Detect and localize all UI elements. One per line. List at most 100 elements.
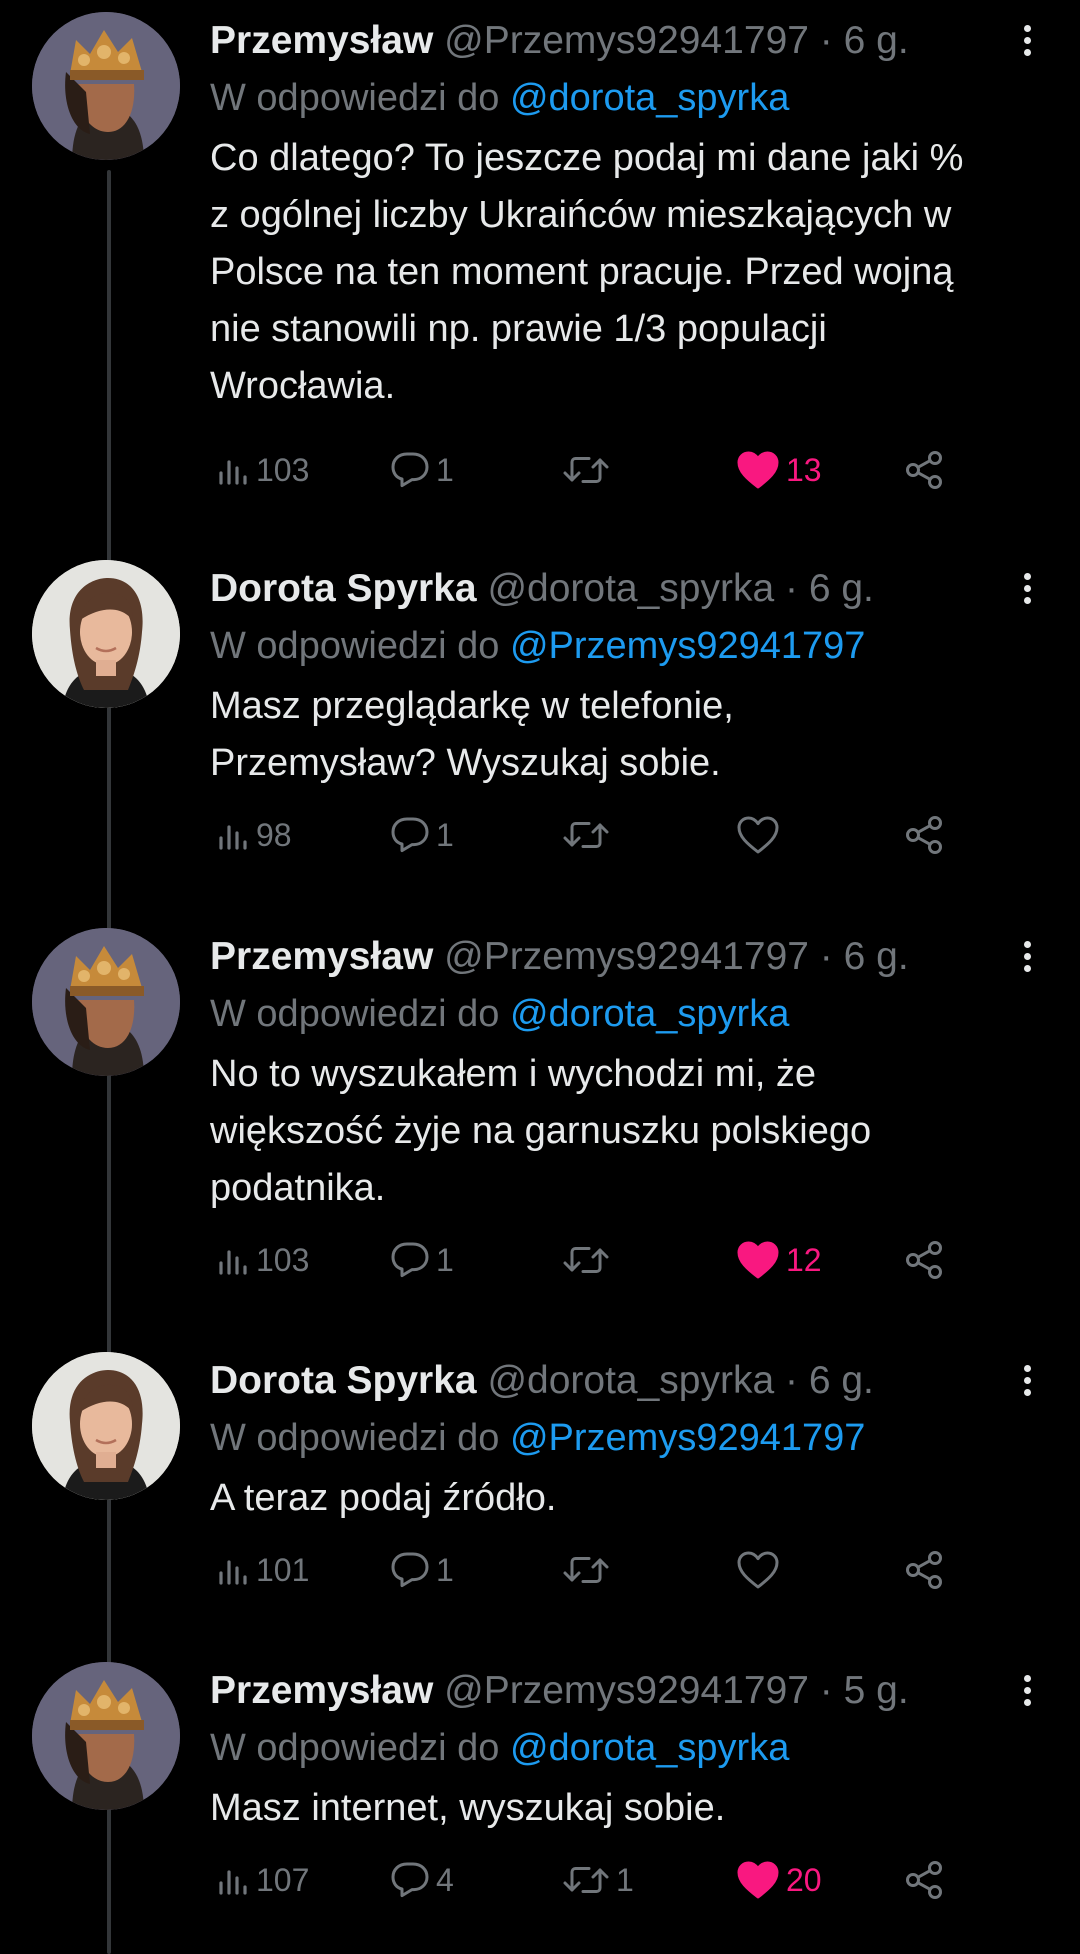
reply-context: W odpowiedzi do @dorota_spyrka	[210, 986, 1050, 1042]
author-name[interactable]: Przemysław	[210, 1669, 433, 1712]
author-name[interactable]: Dorota Spyrka	[210, 1359, 477, 1402]
author-name[interactable]: Przemysław	[210, 935, 433, 978]
tweet-time[interactable]: 6 g.	[844, 19, 909, 62]
tweet-text: No to wyszukałem i wychodzi mi, że więks…	[210, 1053, 872, 1209]
reply-prefix: W odpowiedzi do	[210, 625, 500, 667]
like-button[interactable]	[736, 805, 786, 865]
share-button[interactable]	[904, 440, 946, 500]
action-bar: 107 4 1 20	[210, 1850, 970, 1910]
views-button[interactable]: 101	[216, 1540, 309, 1600]
share-button[interactable]	[904, 1540, 946, 1600]
views-button[interactable]: 103	[216, 440, 309, 500]
like-button[interactable]: 13	[736, 440, 822, 500]
author-handle[interactable]: @Przemys92941797	[444, 1669, 809, 1712]
tweet-content: Przemysław @Przemys92941797 · 5 g. W odp…	[210, 1662, 1050, 1899]
reply-count: 1	[436, 816, 454, 853]
like-button[interactable]: 20	[736, 1850, 822, 1910]
retweet-button[interactable]	[562, 1230, 616, 1290]
share-button[interactable]	[904, 1230, 946, 1290]
share-icon	[906, 451, 942, 489]
like-count: 20	[786, 1861, 822, 1898]
action-bar: 103 1	[210, 1230, 970, 1290]
share-button[interactable]	[904, 805, 946, 865]
views-count: 107	[256, 1861, 310, 1898]
reply-count: 1	[436, 1241, 454, 1278]
avatar[interactable]	[32, 560, 180, 708]
heart-icon	[737, 451, 779, 489]
reply-icon	[391, 817, 429, 853]
reply-context: W odpowiedzi do @Przemys92941797	[210, 618, 1050, 674]
tweet-content: Dorota Spyrka @dorota_spyrka · 6 g. W od…	[210, 1352, 1050, 1589]
tweet-time[interactable]: 6 g.	[844, 935, 909, 978]
views-icon	[219, 1250, 247, 1275]
tweet-time[interactable]: 6 g.	[809, 1359, 874, 1402]
tweet-text: A teraz podaj źródło.	[210, 1477, 557, 1519]
like-count: 12	[786, 1241, 822, 1278]
avatar[interactable]	[32, 1352, 180, 1500]
retweet-icon	[563, 1247, 609, 1273]
retweet-icon	[563, 1867, 609, 1893]
reply-icon	[391, 1552, 429, 1588]
views-count: 103	[256, 1241, 310, 1278]
retweet-icon	[563, 457, 609, 483]
author-handle[interactable]: @dorota_spyrka	[487, 567, 774, 610]
author-handle[interactable]: @dorota_spyrka	[487, 1359, 774, 1402]
reply-prefix: W odpowiedzi do	[210, 1727, 500, 1769]
tweet-header: Przemysław @Przemys92941797 · 5 g.	[210, 1662, 1050, 1720]
reply-button[interactable]: 4	[390, 1850, 454, 1910]
action-bar: 103 1	[210, 440, 970, 500]
tweet-time[interactable]: 5 g.	[844, 1669, 909, 1712]
separator-dot: ·	[819, 935, 844, 978]
reply-prefix: W odpowiedzi do	[210, 77, 500, 119]
heart-icon	[737, 1241, 779, 1279]
avatar[interactable]	[32, 12, 180, 160]
reply-mention[interactable]: @dorota_spyrka	[510, 1727, 789, 1769]
like-button[interactable]: 12	[736, 1230, 822, 1290]
author-name[interactable]: Dorota Spyrka	[210, 567, 477, 610]
author-handle[interactable]: @Przemys92941797	[444, 19, 809, 62]
tweet-header: Przemysław @Przemys92941797 · 6 g.	[210, 928, 1050, 986]
avatar[interactable]	[32, 928, 180, 1076]
tweet-content: Przemysław @Przemys92941797 · 6 g. W odp…	[210, 12, 1050, 489]
views-icon	[219, 1560, 247, 1585]
more-icon[interactable]	[1010, 1670, 1044, 1714]
views-count: 101	[256, 1551, 310, 1588]
views-button[interactable]: 98	[216, 805, 292, 865]
reply-mention[interactable]: @dorota_spyrka	[510, 77, 789, 119]
reply-button[interactable]: 1	[390, 1230, 454, 1290]
retweet-button[interactable]	[562, 805, 616, 865]
retweet-button[interactable]	[562, 1540, 616, 1600]
more-icon[interactable]	[1010, 20, 1044, 64]
reply-mention[interactable]: @Przemys92941797	[510, 1417, 865, 1459]
reply-mention[interactable]: @Przemys92941797	[510, 625, 865, 667]
reply-button[interactable]: 1	[390, 440, 454, 500]
share-button[interactable]	[904, 1850, 946, 1910]
more-icon[interactable]	[1010, 1360, 1044, 1404]
reply-icon	[391, 1242, 429, 1278]
heart-icon	[737, 816, 779, 854]
reply-button[interactable]: 1	[390, 805, 454, 865]
reply-icon	[391, 1862, 429, 1898]
reply-count: 1	[436, 451, 454, 488]
share-icon	[906, 816, 942, 854]
more-icon[interactable]	[1010, 936, 1044, 980]
tweet-header: Dorota Spyrka @dorota_spyrka · 6 g.	[210, 1352, 1050, 1410]
tweet-time[interactable]: 6 g.	[809, 567, 874, 610]
tweet-content: Dorota Spyrka @dorota_spyrka · 6 g. W od…	[210, 560, 1050, 854]
views-count: 103	[256, 451, 310, 488]
reply-mention[interactable]: @dorota_spyrka	[510, 993, 789, 1035]
views-button[interactable]: 103	[216, 1230, 309, 1290]
share-icon	[906, 1551, 942, 1589]
reply-button[interactable]: 1	[390, 1540, 454, 1600]
retweet-button[interactable]	[562, 440, 616, 500]
like-button[interactable]	[736, 1540, 786, 1600]
author-handle[interactable]: @Przemys92941797	[444, 935, 809, 978]
more-icon[interactable]	[1010, 568, 1044, 612]
retweet-button[interactable]: 1	[562, 1850, 634, 1910]
reply-prefix: W odpowiedzi do	[210, 993, 500, 1035]
retweet-icon	[563, 822, 609, 848]
views-button[interactable]: 107	[216, 1850, 309, 1910]
separator-dot: ·	[785, 567, 809, 610]
avatar[interactable]	[32, 1662, 180, 1810]
author-name[interactable]: Przemysław	[210, 19, 433, 62]
